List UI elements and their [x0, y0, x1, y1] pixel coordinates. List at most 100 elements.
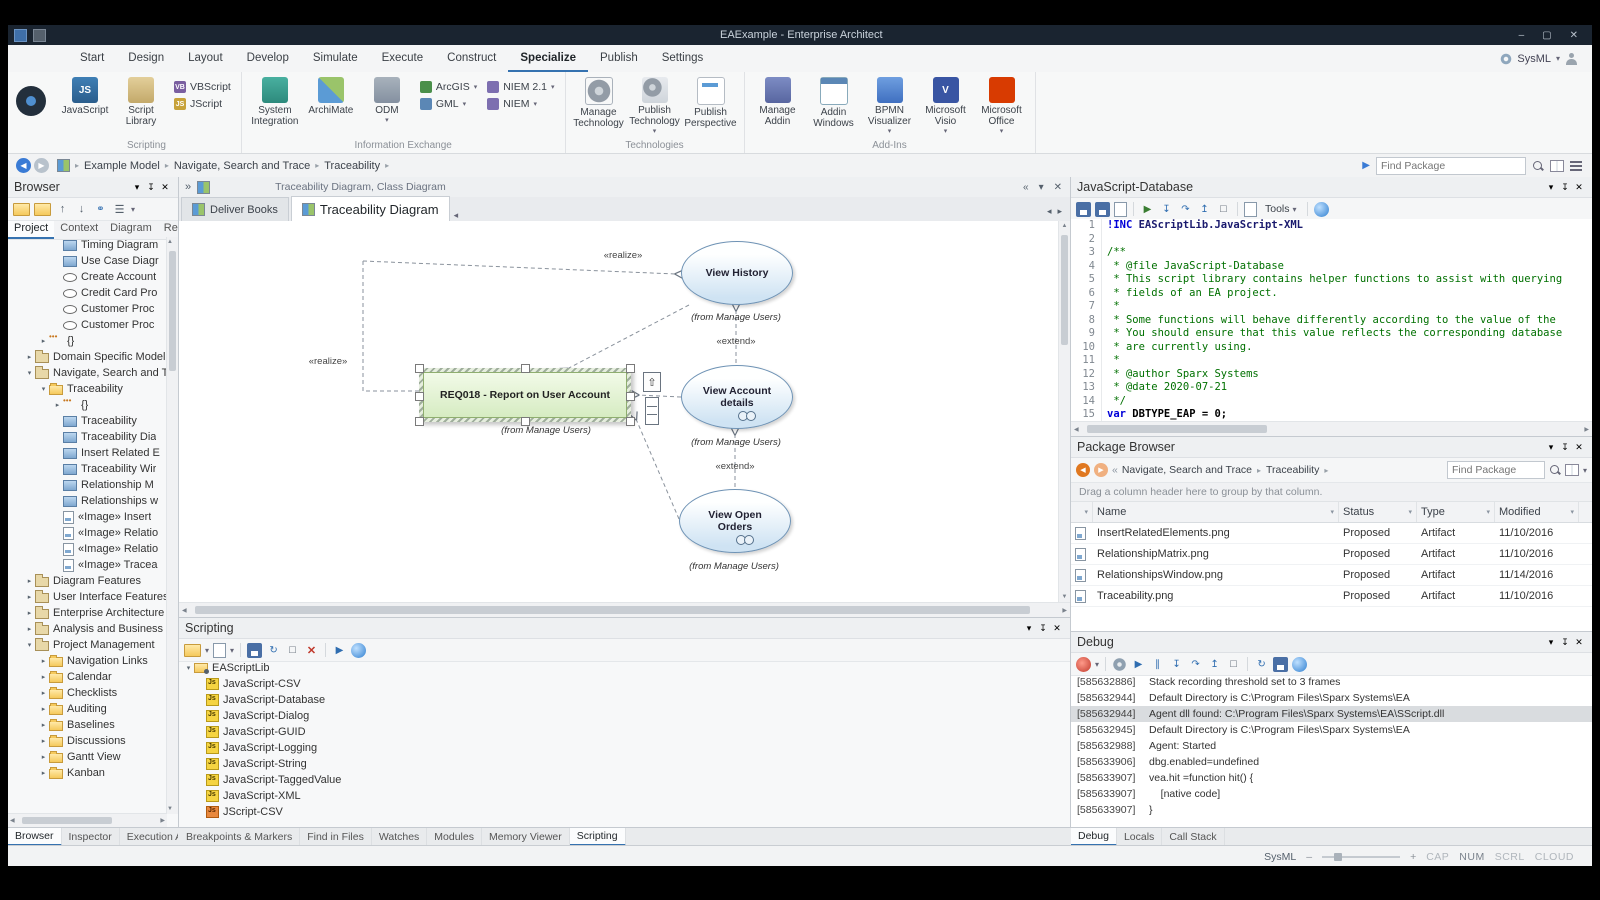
element-up-arrow-widget[interactable]: ⇧	[643, 372, 661, 392]
tree-expand-icon[interactable]: ▾	[24, 641, 35, 649]
user-account-icon[interactable]	[1565, 52, 1578, 65]
embedded-elements-widget[interactable]	[645, 397, 659, 425]
ribbon-tab[interactable]: Settings	[650, 45, 716, 72]
tab-overflow-icon[interactable]: ◂	[450, 210, 463, 221]
script-tree-item[interactable]: JavaScript-XML	[179, 788, 1070, 804]
niem21-button[interactable]: NIEM 2.1 ▾	[483, 80, 558, 94]
tab-list-icon[interactable]: ▾	[1039, 182, 1044, 193]
resize-handle[interactable]	[626, 417, 635, 426]
ribbon-tab[interactable]: Publish	[588, 45, 650, 72]
link-icon[interactable]: ⚭	[93, 202, 108, 217]
zoom-slider-thumb[interactable]	[1334, 853, 1342, 861]
manage-technology-button[interactable]: Manage Technology	[572, 74, 626, 129]
resize-handle[interactable]	[626, 392, 635, 401]
tree-item[interactable]: «Image» Insert	[8, 509, 167, 525]
tree-item[interactable]: ▸ Enterprise Architecture	[8, 605, 167, 621]
search-icon[interactable]	[1549, 464, 1561, 476]
pin-icon[interactable]: ↧	[1558, 442, 1572, 453]
browser-scrollbar[interactable]: ▲ ▼	[166, 237, 178, 814]
save-script-icon[interactable]	[247, 643, 262, 658]
pin-icon[interactable]: ↧	[1036, 623, 1050, 634]
table-row[interactable]: InsertRelatedElements.png Proposed Artif…	[1071, 523, 1592, 544]
microsoft-visio-button[interactable]: V Microsoft Visio ▾	[919, 74, 973, 135]
hamburger-menu-icon[interactable]	[1570, 161, 1582, 171]
column-header-modified[interactable]: Modified▾	[1495, 502, 1579, 522]
archimate-button[interactable]: ArchiMate	[304, 74, 358, 116]
vbscript-button[interactable]: VB VBScript	[170, 80, 235, 94]
breadcrumb-item[interactable]: Example Model	[84, 160, 160, 172]
scrollbar-thumb[interactable]	[169, 251, 176, 371]
run-search-icon[interactable]: ▶	[1362, 160, 1370, 171]
tree-item[interactable]: Customer Proc	[8, 317, 167, 333]
columns-icon[interactable]	[1550, 160, 1564, 172]
requirement-req018[interactable]: REQ018 - Report on User Account	[419, 368, 631, 422]
back-button[interactable]: ◀	[1076, 463, 1090, 477]
column-header-name[interactable]: Name▾	[1093, 502, 1339, 522]
collapse-crumbs-icon[interactable]: «	[1112, 464, 1118, 476]
debug-log-row[interactable]: [585632988] Agent: Started	[1071, 738, 1592, 754]
debug-log-row[interactable]: [585632944] Default Directory is C:\Prog…	[1071, 690, 1592, 706]
dock-tab[interactable]: Execution Analy...	[120, 828, 178, 846]
forward-button[interactable]: ▶	[34, 158, 49, 173]
resize-handle[interactable]	[521, 364, 530, 373]
table-row[interactable]: RelationshipsWindow.png Proposed Artifac…	[1071, 565, 1592, 586]
tree-expand-icon[interactable]: ▸	[24, 625, 35, 633]
tree-expand-icon[interactable]: ▾	[38, 385, 49, 393]
breadcrumb-item[interactable]: Navigate, Search and Trace	[174, 160, 310, 172]
dock-tab[interactable]: Memory Viewer	[482, 828, 570, 846]
resize-handle[interactable]	[415, 364, 424, 373]
chevron-down-icon[interactable]: ▾	[1544, 637, 1558, 648]
debug-log-row[interactable]: [585633907] }	[1071, 802, 1592, 818]
step-into-icon[interactable]: ↧	[1169, 657, 1184, 672]
scroll-tabs-right-icon[interactable]: ▸	[1057, 206, 1062, 217]
zoom-in-button[interactable]: +	[1410, 851, 1416, 863]
pin-icon[interactable]: ↧	[1558, 182, 1572, 193]
dock-tab[interactable]: Watches	[372, 828, 427, 846]
debug-log-row[interactable]: [585633907] [native code]	[1071, 786, 1592, 802]
tree-expand-icon[interactable]: ▸	[38, 337, 49, 345]
new-script-icon[interactable]	[213, 643, 226, 658]
tab-scroll-left-icon[interactable]: «	[1023, 182, 1029, 193]
browser-hscrollbar[interactable]: ◀ ▶	[8, 813, 167, 827]
tab-traceability-diagram[interactable]: Traceability Diagram	[291, 196, 450, 221]
ribbon-tab[interactable]: Execute	[370, 45, 436, 72]
tree-item[interactable]: Relationships w	[8, 493, 167, 509]
tree-expand-icon[interactable]: ▸	[24, 577, 35, 585]
dock-tab[interactable]: Inspector	[62, 828, 120, 846]
console-icon[interactable]	[1244, 202, 1257, 217]
canvas-hscrollbar[interactable]: ◀ ▶	[179, 602, 1070, 618]
debug-settings-icon[interactable]	[1112, 657, 1127, 672]
code-editor[interactable]: 1!INC EAScriptLib.JavaScript-XML23/**4 *…	[1071, 219, 1592, 422]
pin-tabs-icon[interactable]: »	[179, 181, 197, 193]
tree-item[interactable]: ▸ Discussions	[8, 733, 167, 749]
publish-technology-button[interactable]: Publish Technology ▾	[628, 74, 682, 135]
close-icon[interactable]: ✕	[1572, 637, 1586, 648]
arcgis-button[interactable]: ArcGIS ▾	[416, 80, 481, 94]
addin-windows-button[interactable]: Addin Windows	[807, 74, 861, 129]
chevron-down-icon[interactable]: ▾	[1544, 182, 1558, 193]
globe-icon[interactable]	[1314, 202, 1329, 217]
chevron-down-icon[interactable]: ▾	[1583, 466, 1587, 475]
new-script-group-icon[interactable]	[184, 644, 201, 657]
dock-tab[interactable]: Locals	[1117, 828, 1162, 846]
tree-item[interactable]: Customer Proc	[8, 301, 167, 317]
column-header-status[interactable]: Status▾	[1339, 502, 1417, 522]
minimize-button[interactable]: –	[1519, 30, 1525, 41]
dock-tab[interactable]: Breakpoints & Markers	[179, 828, 300, 846]
model-home-icon[interactable]	[57, 159, 70, 172]
script-tree-item[interactable]: JavaScript-CSV	[179, 676, 1070, 692]
tree-item[interactable]: Use Case Diagr	[8, 253, 167, 269]
debugger-icon[interactable]	[1076, 657, 1091, 672]
resize-handle[interactable]	[521, 417, 530, 426]
save-all-icon[interactable]	[1095, 202, 1110, 217]
table-row[interactable]: RelationshipMatrix.png Proposed Artifact…	[1071, 544, 1592, 565]
breadcrumb-item[interactable]: Traceability	[324, 160, 380, 172]
step-out-icon[interactable]: ↥	[1207, 657, 1222, 672]
tree-expand-icon[interactable]: ▸	[38, 689, 49, 697]
resize-handle[interactable]	[626, 364, 635, 373]
tree-expand-icon[interactable]: ▾	[24, 369, 35, 377]
forward-button[interactable]: ▶	[1094, 463, 1108, 477]
tree-item[interactable]: ▸ Baselines	[8, 717, 167, 733]
move-up-icon[interactable]: ↑	[55, 202, 70, 217]
column-header-type[interactable]: Type▾	[1417, 502, 1495, 522]
